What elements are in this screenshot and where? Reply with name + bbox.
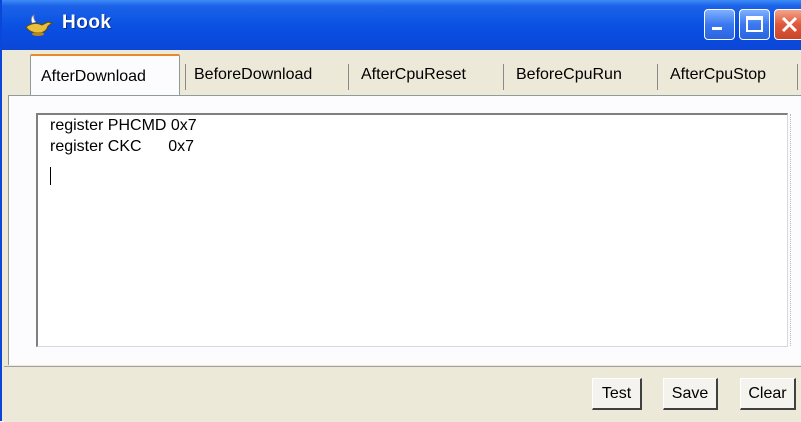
tab-separator [503,64,504,90]
editor-line: register PHCMD 0x7 [50,117,197,134]
tab-strip: AfterDownload BeforeDownload AfterCpuRes… [8,54,801,96]
maximize-button[interactable] [739,9,770,40]
text-caret [50,167,51,185]
minimize-button[interactable] [704,9,735,40]
test-button[interactable]: Test [592,378,642,410]
editor-line: register CKC 0x7 [50,138,195,155]
tab-separator [797,64,798,90]
tab-beforedownload[interactable]: BeforeDownload [194,58,312,92]
tab-beforecpurun[interactable]: BeforeCpuRun [516,58,622,92]
minimize-icon [712,27,722,30]
tab-separator [185,64,186,90]
clear-button[interactable]: Clear [740,378,796,410]
hook-script-editor[interactable]: register PHCMD 0x7 register CKC 0x7 [36,113,788,347]
tab-afterdownload[interactable]: AfterDownload [30,54,180,96]
hook-window: Hook AfterDownload BeforeDownload AfterC… [0,0,801,422]
title-bar[interactable]: Hook [2,0,801,50]
tab-aftercpureset[interactable]: AfterCpuReset [361,58,466,92]
close-button[interactable] [774,9,801,40]
tab-separator [657,64,658,90]
window-title: Hook [62,12,112,33]
close-icon [781,16,798,33]
tab-aftercpustop[interactable]: AfterCpuStop [670,58,766,92]
maximize-icon [746,16,763,32]
editor-scroll-edge [790,114,791,346]
genie-lamp-icon [24,13,56,37]
tab-separator [348,64,349,90]
save-button[interactable]: Save [663,378,718,410]
